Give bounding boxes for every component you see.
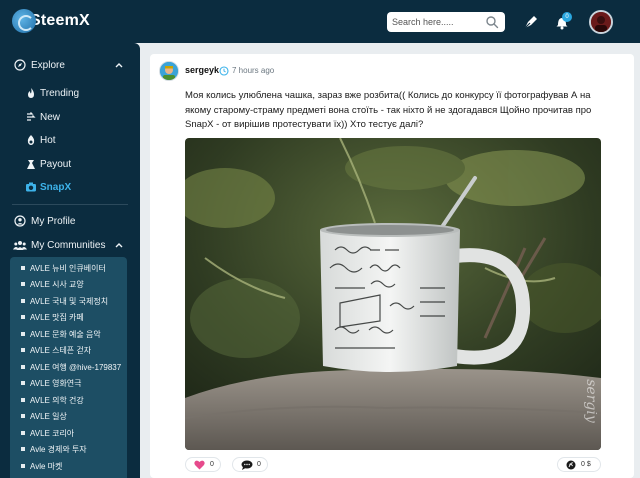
sidebar-item-hot[interactable]: Hot: [0, 130, 140, 150]
bullet-square-icon: [21, 414, 25, 418]
community-item[interactable]: Avle 마켓: [10, 458, 127, 474]
bullet-square-icon: [21, 266, 25, 270]
new-icon: [27, 112, 36, 121]
post-author[interactable]: sergeyk: [185, 65, 219, 75]
sidebar-explore-label: Explore: [31, 59, 65, 71]
hot-icon: [27, 135, 35, 145]
chevron-up-icon[interactable]: [114, 240, 124, 250]
sidebar-item-label: SnapX: [40, 181, 72, 193]
write-post-icon[interactable]: [522, 13, 540, 31]
sidebar-explore[interactable]: Explore: [0, 55, 140, 75]
sidebar-item-label: Hot: [40, 134, 56, 146]
sidebar-item-label: Payout: [40, 158, 72, 170]
community-item[interactable]: AVLE 의학 건강: [10, 392, 127, 408]
community-item[interactable]: AVLE 국내 및 국제정치: [10, 293, 127, 309]
bullet-square-icon: [21, 315, 25, 319]
bullet-square-icon: [21, 381, 25, 385]
steemx-logo-icon: [12, 9, 36, 33]
community-item[interactable]: AVLE 스테픈 걷자: [10, 342, 127, 358]
post-time: 7 hours ago: [232, 66, 275, 75]
community-item[interactable]: Avle 경제와 투자: [10, 441, 127, 457]
bullet-square-icon: [21, 464, 25, 468]
search-input[interactable]: [387, 12, 483, 32]
sidebar-item-snapx[interactable]: SnapX: [0, 177, 140, 197]
bullet-square-icon: [21, 398, 25, 402]
community-item[interactable]: AVLE 맛집 카페: [10, 309, 127, 325]
sidebar-communities-label: My Communities: [31, 239, 106, 251]
comment-button[interactable]: 0: [232, 457, 268, 472]
photo-watermark-text: sergiy: [583, 379, 597, 424]
communities-list: AVLE 뉴비 인큐베이터 AVLE 시사 교양 AVLE 국내 및 국제정치 …: [10, 257, 127, 478]
bullet-square-icon: [21, 447, 25, 451]
notification-count-badge: 0: [562, 12, 572, 22]
post-photo[interactable]: sergiy: [185, 138, 601, 450]
sidebar-item-new[interactable]: New: [0, 107, 140, 127]
comment-count: 0: [257, 461, 261, 468]
author-avatar-image-icon: [160, 62, 178, 80]
community-item[interactable]: AVLE 일상: [10, 408, 127, 424]
photo-watermark: sergiy: [583, 379, 597, 424]
search-box: [387, 12, 505, 32]
search-icon[interactable]: [485, 15, 499, 29]
payout-icon: [27, 160, 35, 169]
community-item[interactable]: AVLE 여행 @hive-179837: [10, 359, 127, 375]
clock-icon: [219, 66, 229, 76]
payout-button[interactable]: 0 $: [557, 457, 601, 472]
post-body: Моя колись улюблена чашка, зараз вже роз…: [185, 90, 592, 130]
like-button[interactable]: 0: [185, 457, 221, 472]
sidebar-item-label: New: [40, 111, 61, 123]
user-avatar-image-icon: [591, 12, 611, 32]
sidebar-my-profile[interactable]: My Profile: [0, 211, 140, 231]
top-bar: [0, 0, 640, 43]
bullet-square-icon: [21, 431, 25, 435]
community-item[interactable]: AVLE 영화연극: [10, 375, 127, 391]
sidebar-item-payout[interactable]: Payout: [0, 154, 140, 174]
users-group-icon: [13, 241, 27, 250]
heart-icon: [194, 460, 205, 470]
mug-photo-image: [185, 138, 601, 450]
sidebar-divider: [12, 204, 128, 205]
chevron-up-icon[interactable]: [114, 60, 124, 70]
comment-icon: [241, 460, 253, 470]
sidebar-item-trending[interactable]: Trending: [0, 83, 140, 103]
steem-coin-icon: [566, 460, 576, 470]
logo[interactable]: SteemX: [12, 9, 90, 33]
bullet-square-icon: [21, 348, 25, 352]
user-avatar[interactable]: [589, 10, 613, 34]
like-count: 0: [210, 461, 214, 468]
bullet-square-icon: [21, 299, 25, 303]
payout-value: 0 $: [581, 461, 591, 468]
community-item[interactable]: AVLE 뉴비 인큐베이터: [10, 260, 127, 276]
logo-text: SteemX: [30, 12, 90, 29]
bullet-square-icon: [21, 365, 25, 369]
community-item[interactable]: AVLE 문화 예술 음악: [10, 326, 127, 342]
sidebar-profile-label: My Profile: [31, 215, 76, 227]
community-item[interactable]: AVLE 시사 교양: [10, 276, 127, 292]
fire-icon: [28, 88, 34, 98]
author-avatar[interactable]: [159, 61, 179, 81]
sidebar-my-communities[interactable]: My Communities: [0, 235, 140, 255]
camera-icon: [26, 182, 36, 192]
bullet-square-icon: [21, 332, 25, 336]
compass-icon: [14, 59, 26, 71]
community-item[interactable]: AVLE 코리아: [10, 425, 127, 441]
bullet-square-icon: [21, 282, 25, 286]
sidebar-item-label: Trending: [40, 87, 80, 99]
user-circle-icon: [14, 215, 26, 227]
